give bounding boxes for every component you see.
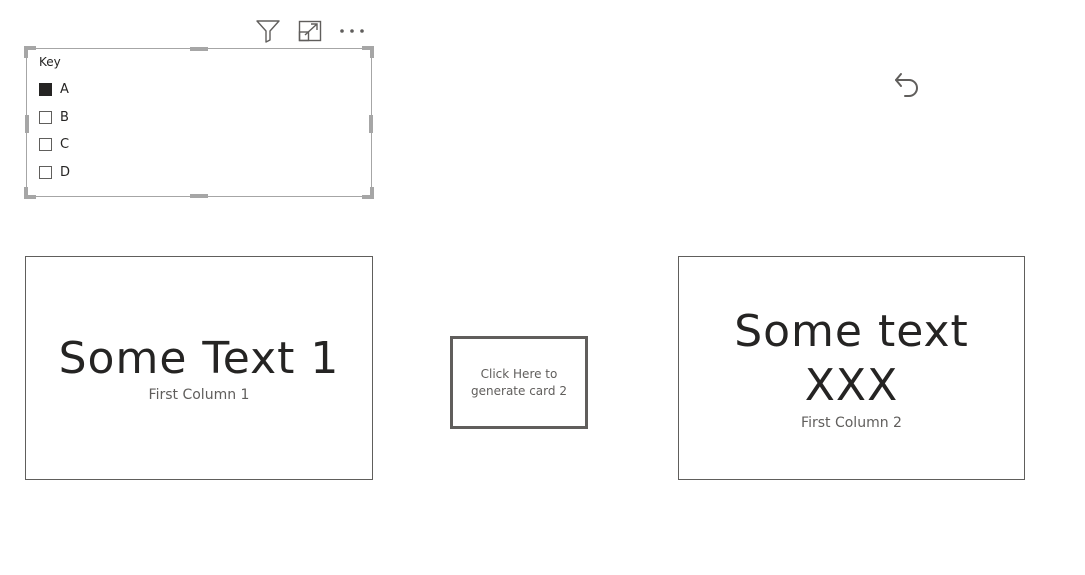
- slicer-checkbox-c[interactable]: [39, 138, 52, 152]
- generate-card-2-label: Click Here to generate card 2: [471, 366, 567, 398]
- more-options-icon: [340, 29, 364, 33]
- slicer-item-label: D: [60, 164, 71, 180]
- resize-handle-bottom[interactable]: [190, 194, 208, 198]
- slicer-item-b[interactable]: B: [39, 104, 70, 132]
- resize-handle-right[interactable]: [369, 115, 373, 133]
- back-button[interactable]: [890, 68, 924, 102]
- focus-mode-icon: [298, 20, 322, 42]
- slicer-checkbox-a[interactable]: [39, 83, 52, 97]
- card-1-value: Some Text 1: [58, 332, 340, 384]
- resize-handle-top-right[interactable]: [362, 46, 374, 58]
- focus-mode-button[interactable]: [295, 16, 325, 46]
- slicer-item-d[interactable]: D: [39, 159, 70, 187]
- slicer-item-label: A: [60, 82, 69, 98]
- card-2-value: Some text XXX: [734, 306, 969, 411]
- slicer-checkbox-b[interactable]: [39, 110, 52, 124]
- resize-handle-top-left[interactable]: [24, 46, 36, 58]
- slicer-item-c[interactable]: C: [39, 131, 70, 159]
- report-canvas: Key A B C D Some Text 1 First Column 1 C…: [0, 0, 1085, 575]
- filter-icon: [256, 20, 280, 43]
- filter-button[interactable]: [253, 16, 283, 46]
- back-arrow-icon: [895, 73, 918, 97]
- card-2-label: First Column 2: [801, 414, 902, 431]
- visual-header: [250, 16, 374, 46]
- slicer-item-label: C: [60, 137, 70, 153]
- slicer-title: Key: [39, 55, 61, 69]
- slicer-item-a[interactable]: A: [39, 76, 70, 104]
- resize-handle-top[interactable]: [190, 47, 208, 51]
- card-1: Some Text 1 First Column 1: [25, 256, 373, 480]
- generate-card-2-button[interactable]: Click Here to generate card 2: [450, 336, 588, 429]
- resize-handle-bottom-right[interactable]: [362, 187, 374, 199]
- resize-handle-left[interactable]: [25, 115, 29, 133]
- key-slicer[interactable]: Key A B C D: [24, 46, 374, 199]
- more-options-button[interactable]: [337, 16, 367, 46]
- card-1-label: First Column 1: [148, 387, 250, 404]
- slicer-item-label: B: [60, 109, 69, 125]
- resize-handle-bottom-left[interactable]: [24, 187, 36, 199]
- slicer-checkbox-d[interactable]: [39, 165, 52, 179]
- slicer-list: A B C D: [39, 76, 70, 186]
- card-2: Some text XXX First Column 2: [678, 256, 1025, 480]
